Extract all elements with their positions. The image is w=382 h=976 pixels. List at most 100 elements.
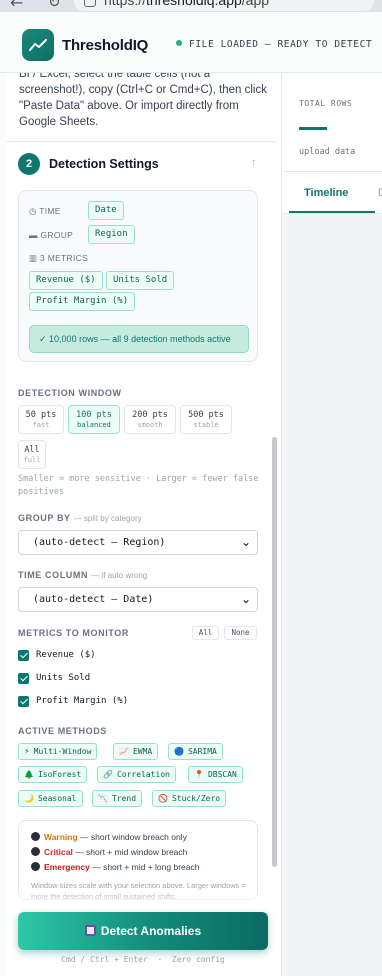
- status-indicator: FILE LOADED — READY TO DETECT: [176, 39, 372, 50]
- tab-next[interactable]: D: [378, 187, 382, 199]
- legend-emergency: Emergency — short + mid + long breach: [31, 862, 199, 872]
- app-window: ThresholdIQ FILE LOADED — READY TO DETEC…: [0, 12, 382, 976]
- window-option-50[interactable]: 50 pts fast: [18, 405, 64, 434]
- metric-chip[interactable]: Revenue ($): [29, 271, 103, 290]
- dot-icon: [31, 847, 40, 856]
- select-none-button[interactable]: None: [224, 626, 257, 640]
- detect-button-label: Detect Anomalies: [100, 924, 202, 938]
- method-label: SARIMA: [187, 747, 217, 756]
- bar-chart-icon: ▥: [29, 253, 38, 263]
- group-by-select[interactable]: (auto-detect — Region) ⌄: [18, 530, 258, 555]
- section-divider: [6, 141, 276, 142]
- detection-window-label: DETECTION WINDOW: [18, 388, 122, 398]
- reload-icon[interactable]: ↻: [48, 0, 61, 11]
- group-by-label: GROUP BY — split by category: [18, 513, 142, 523]
- browser-toolbar: ← ↻ https://thresholdiq.app/app: [0, 0, 382, 12]
- back-icon[interactable]: ←: [10, 0, 23, 12]
- moon-icon: 🌙: [24, 794, 34, 803]
- time-chip[interactable]: Date: [88, 201, 124, 220]
- time-label: ◷ TIME: [29, 206, 61, 216]
- window-option-200[interactable]: 200 pts smooth: [124, 405, 176, 434]
- select-all-button[interactable]: All: [192, 626, 219, 640]
- window-pts: All: [24, 445, 40, 455]
- window-hint: Smaller = more sensitive · Larger = fewe…: [18, 474, 259, 497]
- detection-status-banner: ✓ 10,000 rows — all 9 detection methods …: [29, 325, 249, 353]
- chevron-down-icon: ⌄: [240, 535, 251, 549]
- method-sarima[interactable]: 🔵 SARIMA: [168, 743, 223, 760]
- dot-icon: [31, 832, 40, 841]
- url-host: thresholdiq.app: [146, 0, 242, 8]
- detected-columns-card: ◷ TIME Date ▬ GROUP Region ▥ 3 METRICS R…: [18, 190, 258, 362]
- total-rows-subtext: upload data: [299, 147, 356, 157]
- chart-logo-icon: [29, 39, 47, 51]
- detect-anomalies-button[interactable]: Detect Anomalies: [18, 912, 268, 950]
- paste-instructions: BI / Excel, select the table cells (not …: [19, 73, 267, 128]
- scrollbar-thumb[interactable]: [272, 437, 277, 867]
- tree-icon: 🌲: [24, 770, 34, 779]
- link-icon: 🔗: [103, 770, 113, 779]
- pin-icon: 📍: [194, 770, 204, 779]
- url-path: /app: [241, 0, 270, 8]
- window-pts: 100 pts: [76, 410, 112, 420]
- trend-chart-icon: 📈: [119, 747, 129, 756]
- method-label: Seasonal: [37, 794, 77, 803]
- window-pts: 50 pts: [25, 410, 57, 420]
- clock-icon: ◷: [29, 206, 37, 216]
- method-seasonal[interactable]: 🌙 Seasonal: [18, 790, 83, 807]
- metric-chip[interactable]: Profit Margin (%): [29, 292, 136, 311]
- timeline-canvas: [283, 214, 382, 976]
- results-panel: TOTAL ROWS upload data Timeline D: [283, 73, 382, 976]
- legend-warning: Warning — short window breach only: [31, 832, 187, 842]
- checkbox-label: Revenue ($): [36, 650, 96, 660]
- window-option-100[interactable]: 100 pts balanced: [68, 405, 120, 434]
- metric-chip[interactable]: Units Sold: [106, 271, 175, 290]
- method-ewma[interactable]: 📈 EWMA: [113, 743, 159, 760]
- lightning-icon: ⚡: [24, 747, 30, 756]
- method-label: Multi-Window: [33, 747, 92, 756]
- method-label: DBSCAN: [207, 770, 237, 779]
- no-entry-icon: 🚫: [158, 794, 168, 803]
- legend-critical: Critical — short + mid window breach: [31, 847, 187, 857]
- dot-icon: [31, 862, 40, 871]
- address-bar[interactable]: https://thresholdiq.app/app: [74, 0, 374, 11]
- method-trend[interactable]: 📉 Trend: [92, 790, 143, 807]
- window-desc: fast: [32, 421, 50, 429]
- step-number: 2: [18, 153, 40, 175]
- method-stuck-zero[interactable]: 🚫 Stuck/Zero: [152, 790, 227, 807]
- window-option-500[interactable]: 500 pts stable: [180, 405, 232, 434]
- window-option-all[interactable]: All full: [18, 440, 46, 469]
- method-label: Trend: [111, 794, 137, 803]
- window-pts: 200 pts: [132, 410, 168, 420]
- folder-icon: ▬: [29, 230, 38, 240]
- checkbox[interactable]: [18, 696, 29, 707]
- section-title[interactable]: Detection Settings: [49, 157, 159, 171]
- collapse-arrow-icon[interactable]: ↑: [251, 157, 256, 168]
- window-pts: 500 pts: [188, 410, 224, 420]
- time-column-select[interactable]: (auto-detect — Date) ⌄: [18, 587, 258, 612]
- scroll-fade: [6, 890, 276, 908]
- sidebar-scrollbar[interactable]: [272, 437, 280, 907]
- metrics-monitor-label: METRICS TO MONITOR: [18, 628, 129, 638]
- checkbox[interactable]: [18, 673, 29, 684]
- site-info-icon[interactable]: [84, 0, 96, 7]
- method-multi-window[interactable]: ⚡ Multi-Window: [18, 743, 98, 760]
- time-column-value: (auto-detect — Date): [33, 594, 154, 605]
- time-column-label: TIME COLUMN — if auto wrong: [18, 570, 148, 580]
- stats-divider: [283, 171, 382, 172]
- checkbox-label: Profit Margin (%): [36, 696, 129, 706]
- checkbox[interactable]: [18, 650, 29, 661]
- method-label: IsoForest: [37, 770, 82, 779]
- window-desc: full: [23, 456, 41, 464]
- tab-timeline[interactable]: Timeline: [304, 187, 348, 199]
- method-correlation[interactable]: 🔗 Correlation: [97, 766, 176, 783]
- group-chip[interactable]: Region: [88, 225, 135, 244]
- method-label: Stuck/Zero: [171, 794, 221, 803]
- active-methods-label: ACTIVE METHODS: [18, 726, 107, 736]
- metrics-count-label: ▥ 3 METRICS: [29, 253, 89, 263]
- circle-icon: 🔵: [174, 747, 184, 756]
- app-header: ThresholdIQ FILE LOADED — READY TO DETEC…: [6, 26, 382, 64]
- chevron-down-icon: ⌄: [240, 592, 251, 606]
- method-dbscan[interactable]: 📍 DBSCAN: [188, 766, 243, 783]
- method-isoforest[interactable]: 🌲 IsoForest: [18, 766, 88, 783]
- window-desc: balanced: [77, 421, 111, 429]
